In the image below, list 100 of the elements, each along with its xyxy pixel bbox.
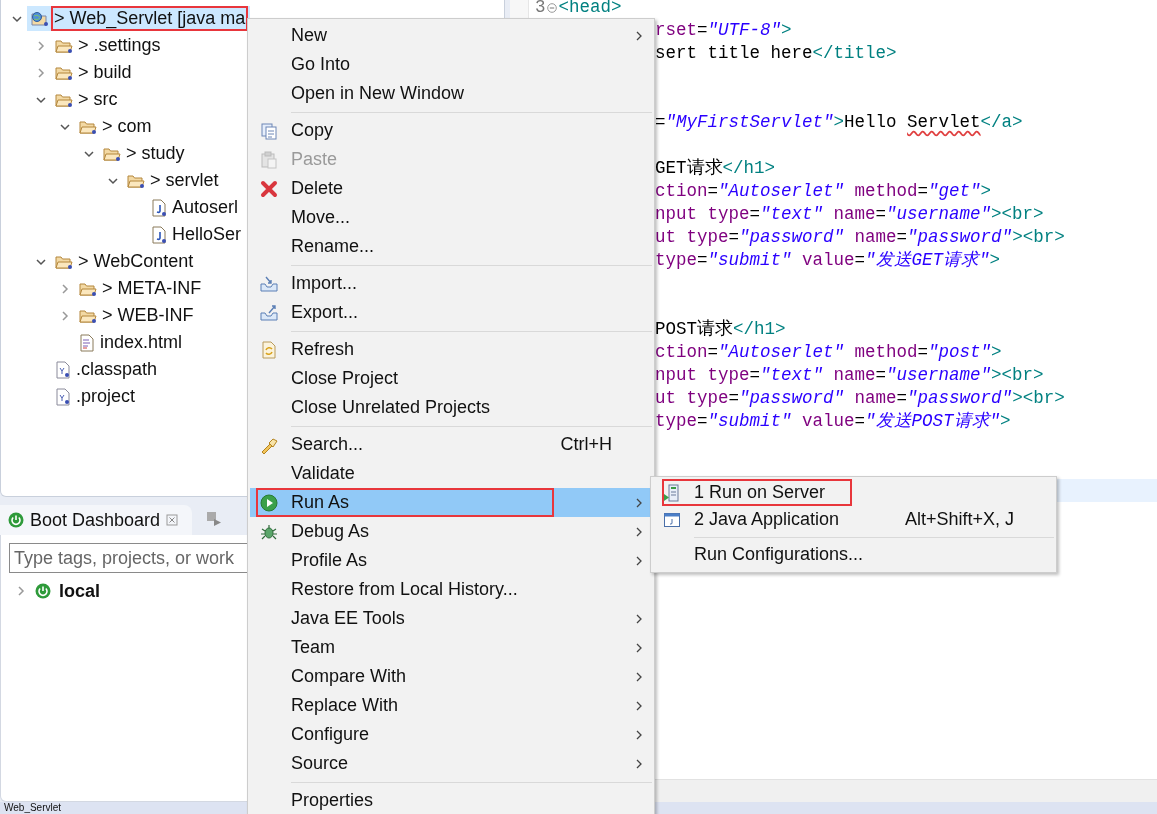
folder-icon [55, 64, 73, 81]
power-icon [35, 583, 51, 599]
menu-item[interactable]: Configure [250, 720, 652, 749]
menu-item[interactable]: Search... Ctrl+H [250, 430, 652, 459]
code-line: ction="Autoserlet" method="get"> [655, 180, 992, 203]
tree-item[interactable]: > WebContent [51, 249, 199, 274]
folder-icon [55, 91, 73, 108]
menu-item[interactable]: Source [250, 749, 652, 778]
tree-item[interactable]: index.html [75, 330, 188, 355]
tree-label: > servlet [149, 170, 220, 191]
menu-item[interactable]: Open in New Window [250, 79, 652, 108]
tree-item[interactable]: > META-INF [75, 276, 207, 301]
tree-label: > WEB-INF [101, 305, 195, 326]
folder-icon [79, 307, 97, 324]
menu-item[interactable]: Run Configurations... [653, 541, 1054, 568]
code-line: sert title here</title> [655, 42, 897, 65]
tree-item[interactable]: > Web_Servlet [java ma [27, 6, 251, 31]
menu-item[interactable]: Go Into [250, 50, 652, 79]
tree-label: > src [77, 89, 119, 110]
tree-label[interactable]: local [59, 580, 101, 602]
collapse-icon[interactable] [546, 2, 557, 13]
tree-label: > study [125, 143, 186, 164]
tree-label: > META-INF [101, 278, 203, 299]
tree-label: index.html [99, 332, 184, 353]
project-icon [31, 10, 49, 27]
menu-item[interactable]: Properties [250, 786, 652, 814]
menu-item[interactable]: Delete [250, 174, 652, 203]
tree-label: HelloSer [171, 224, 243, 245]
status-text: Web_Servlet [4, 802, 62, 813]
chevron-right-icon[interactable] [35, 66, 47, 79]
paste-icon [259, 150, 278, 169]
menu-item[interactable]: Copy [250, 116, 652, 145]
export-icon [259, 303, 278, 322]
menu-item[interactable]: Close Project [250, 364, 652, 393]
server-icon [662, 483, 681, 502]
menu-item[interactable]: Refresh [250, 335, 652, 364]
tree-item[interactable]: > servlet [123, 168, 224, 193]
file-icon [151, 225, 167, 244]
refresh-icon [259, 340, 278, 359]
code-line: ut type="password" name="password"><br> [655, 226, 1065, 249]
menu-item[interactable]: Debug As [250, 517, 652, 546]
tree-item[interactable]: > WEB-INF [75, 303, 199, 328]
folder-icon [79, 118, 97, 135]
menu-item[interactable]: Rename... [250, 232, 652, 261]
tree-item[interactable]: > src [51, 87, 123, 112]
code-line: rset="UTF-8"> [655, 19, 792, 42]
file-icon [151, 198, 167, 217]
folder-icon [55, 253, 73, 270]
tree-label: > .settings [77, 35, 162, 56]
menu-item[interactable]: Java EE Tools [250, 604, 652, 633]
menu-item[interactable]: Move... [250, 203, 652, 232]
file-icon [79, 333, 95, 352]
tree-label: > com [101, 116, 153, 137]
tree-item[interactable]: > study [99, 141, 190, 166]
bug-icon [259, 522, 278, 541]
menu-item[interactable]: Validate [250, 459, 652, 488]
menu-item[interactable]: Run As [250, 488, 652, 517]
chevron-right-icon[interactable] [35, 39, 47, 52]
close-icon[interactable] [166, 514, 179, 526]
chevron-right-icon[interactable] [59, 282, 71, 295]
chevron-right-icon[interactable] [59, 309, 71, 322]
code-line: GET请求</h1> [655, 157, 776, 180]
code-line: POST请求</h1> [655, 318, 786, 341]
chevron-right-icon[interactable] [15, 585, 27, 597]
tree-item[interactable]: > .settings [51, 33, 166, 58]
tree-item[interactable]: .classpath [51, 357, 163, 382]
menu-item[interactable]: Close Unrelated Projects [250, 393, 652, 422]
view-tab[interactable]: Boot Dashboard [0, 505, 193, 535]
power-icon [8, 512, 24, 528]
tree-label: Autoserl [171, 197, 240, 218]
tree-label: .classpath [75, 359, 159, 380]
menu-item[interactable]: New [250, 21, 652, 50]
copy-icon [259, 121, 278, 140]
tree-item[interactable]: HelloSer [147, 222, 247, 247]
menu-item[interactable]: 1 Run on Server [653, 479, 1054, 506]
code-line: type="submit" value="发送POST请求"> [655, 410, 1011, 433]
line-number: 3 [535, 0, 546, 19]
menu-item[interactable]: Export... [250, 298, 652, 327]
play-icon [259, 493, 278, 512]
menu-item[interactable]: Restore from Local History... [250, 575, 652, 604]
folder-icon [55, 37, 73, 54]
delete-icon [259, 179, 278, 198]
code-line: ="MyFirstServlet">Hello Servlet</a> [655, 111, 1023, 134]
tree-label: > WebContent [77, 251, 195, 272]
code-line: nput type="text" name="username"><br> [655, 364, 1044, 387]
tree-item[interactable]: Autoserl [147, 195, 244, 220]
tree-label: > build [77, 62, 133, 83]
menu-item[interactable]: Import... [250, 269, 652, 298]
tree-item[interactable]: > build [51, 60, 137, 85]
code-line: ction="Autoserlet" method="post"> [655, 341, 1002, 364]
file-icon [55, 387, 71, 406]
code-line: nput type="text" name="username"><br> [655, 203, 1044, 226]
menu-item[interactable]: Team [250, 633, 652, 662]
tree-item[interactable]: .project [51, 384, 141, 409]
menu-item[interactable]: Compare With [250, 662, 652, 691]
tree-item[interactable]: > com [75, 114, 157, 139]
code-line: ut type="password" name="password"><br> [655, 387, 1065, 410]
menu-item[interactable]: 2 Java Application Alt+Shift+X, J [653, 506, 1054, 533]
menu-item[interactable]: Replace With [250, 691, 652, 720]
run-icon[interactable] [206, 511, 223, 527]
